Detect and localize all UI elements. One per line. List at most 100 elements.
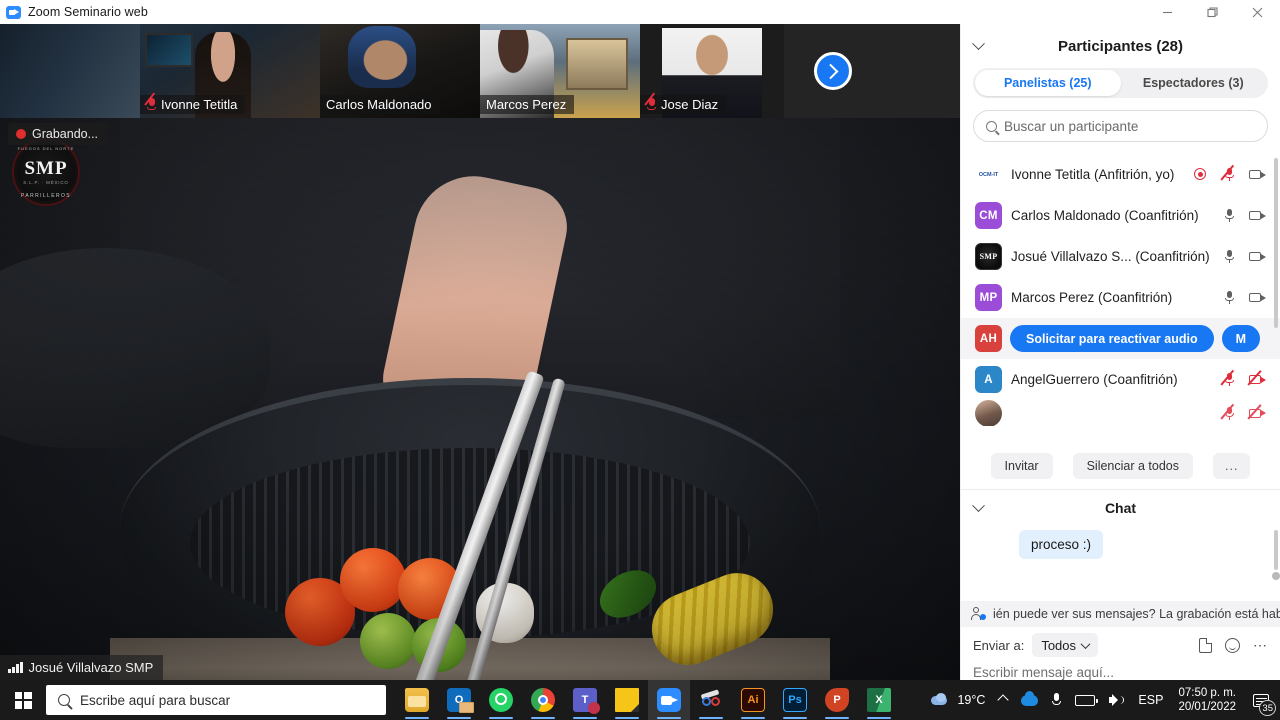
volume-tray-icon[interactable] [1102, 680, 1131, 720]
start-button[interactable] [0, 680, 46, 720]
tray-overflow-button[interactable] [992, 680, 1014, 720]
taskbar-app-file-explorer[interactable] [396, 680, 438, 720]
file-icon[interactable] [1199, 637, 1212, 653]
camera-off-icon[interactable] [1247, 370, 1266, 387]
mic-off-icon[interactable] [1220, 369, 1238, 387]
battery-tray-icon[interactable] [1068, 680, 1102, 720]
microphone-icon [1052, 693, 1062, 707]
taskbar-app-teams[interactable]: T [564, 680, 606, 720]
chevron-down-icon[interactable] [961, 24, 995, 68]
search-box[interactable] [973, 110, 1268, 142]
taskbar-apps: O T Ai Ps P X [396, 680, 900, 720]
participant-row[interactable]: OCM-IT Ivonne Tetitla (Anfitrión, yo) [961, 154, 1280, 195]
participant-row[interactable]: A AngelGuerrero (Coanfitrión) [961, 359, 1280, 400]
thumbnail-jose-diaz[interactable]: Jose Diaz [640, 24, 784, 118]
mic-off-icon[interactable] [1220, 164, 1238, 182]
participants-tabs: Panelistas (25) Espectadores (3) [973, 68, 1268, 98]
thumbnail-video[interactable] [0, 24, 140, 118]
thumbnail-marcos-perez[interactable]: Marcos Perez [480, 24, 640, 118]
participant-row-hovered[interactable]: AH Solicitar para reactivar audio M [961, 318, 1280, 359]
more-actions-button[interactable]: M [1221, 325, 1261, 352]
windows-logo-icon [14, 691, 32, 709]
tab-panelistas[interactable]: Panelistas (25) [975, 70, 1121, 96]
excel-icon: X [867, 688, 891, 712]
participant-row[interactable]: MP Marcos Perez (Coanfitrión) [961, 277, 1280, 318]
search-input[interactable] [1004, 118, 1255, 134]
mic-icon[interactable] [1221, 290, 1238, 305]
powerpoint-icon: P [825, 688, 849, 712]
language-indicator[interactable]: ESP [1131, 680, 1170, 720]
app-open-indicator [699, 716, 723, 719]
weather-widget[interactable]: 19°C [924, 680, 992, 720]
camera-icon[interactable] [1249, 249, 1266, 264]
chat-scroll-indicator[interactable] [1272, 572, 1280, 580]
app-open-indicator [867, 716, 891, 719]
close-button[interactable] [1235, 0, 1280, 24]
camera-icon[interactable] [1249, 208, 1266, 223]
signal-bars-icon [8, 662, 23, 673]
send-to-dropdown[interactable]: Todos [1032, 633, 1099, 657]
app-open-indicator [657, 716, 681, 719]
chevron-down-icon[interactable] [961, 486, 995, 530]
onedrive-tray-icon[interactable] [1014, 680, 1045, 720]
camera-off-icon[interactable] [1247, 403, 1266, 421]
participant-row-partial[interactable] [961, 400, 1280, 426]
person-add-icon [971, 607, 986, 621]
recording-indicator[interactable]: Grabando... [8, 123, 109, 145]
mic-icon[interactable] [1221, 249, 1238, 264]
mic-off-icon[interactable] [1220, 403, 1238, 421]
system-tray: 19°C ESP 07:50 p. m. 20/01/2022 35 [924, 680, 1280, 720]
taskbar-app-outlook[interactable]: O [438, 680, 480, 720]
taskbar-app-snipping-tool[interactable] [690, 680, 732, 720]
emoji-icon[interactable] [1225, 637, 1240, 653]
ellipsis-icon[interactable]: ⋯ [1253, 638, 1268, 652]
microphone-tray-icon[interactable] [1045, 680, 1068, 720]
title-bar: Zoom Seminario web [0, 0, 1280, 24]
thumbnail-ivonne-tetitla[interactable]: Ivonne Tetitla [140, 24, 320, 118]
participant-icons [1193, 164, 1266, 182]
mic-icon[interactable] [1221, 208, 1238, 223]
video-stage: Ivonne Tetitla Carlos Maldonado Marcos P… [0, 24, 960, 680]
taskbar-app-chrome[interactable] [522, 680, 564, 720]
thumbnail-carlos-maldonado[interactable]: Carlos Maldonado [320, 24, 480, 118]
taskbar-app-excel[interactable]: X [858, 680, 900, 720]
taskbar-search[interactable]: Escribe aquí para buscar [46, 685, 386, 715]
taskbar-app-illustrator[interactable]: Ai [732, 680, 774, 720]
participants-scrollbar[interactable] [1274, 158, 1278, 328]
app-open-indicator [573, 716, 597, 719]
taskbar-app-photoshop[interactable]: Ps [774, 680, 816, 720]
chat-scrollbar[interactable] [1274, 530, 1278, 570]
notification-center-button[interactable]: 35 [1244, 680, 1278, 720]
tab-espectadores[interactable]: Espectadores (3) [1121, 70, 1267, 96]
camera-icon[interactable] [1249, 290, 1266, 305]
language-label: ESP [1138, 693, 1164, 707]
camera-icon[interactable] [1249, 167, 1266, 182]
minimize-button[interactable] [1145, 0, 1190, 24]
participant-row[interactable]: SMP Josué Villalvazo S... (Coanfitrión) [961, 236, 1280, 277]
app-open-indicator [489, 716, 513, 719]
participant-row[interactable]: CM Carlos Maldonado (Coanfitrión) [961, 195, 1280, 236]
invite-button[interactable]: Invitar [990, 452, 1053, 479]
request-unmute-button[interactable]: Solicitar para reactivar audio [1010, 325, 1214, 352]
illustrator-icon: Ai [741, 688, 765, 712]
participant-icons [1220, 369, 1266, 387]
chat-header: Chat [961, 490, 1280, 526]
smp-logo-top: FUEGOS DEL NORTE [17, 146, 75, 151]
recording-label: Grabando... [32, 127, 99, 141]
file-explorer-icon [405, 688, 429, 712]
restore-button[interactable] [1190, 0, 1235, 24]
more-options-button[interactable]: ... [1213, 452, 1251, 479]
mute-all-button[interactable]: Silenciar a todos [1072, 452, 1194, 479]
active-speaker-video[interactable]: Grabando... FUEGOS DEL NORTE SMP S.L.P. … [0, 118, 960, 680]
taskbar-search-placeholder: Escribe aquí para buscar [80, 692, 231, 708]
taskbar-app-sticky-notes[interactable] [606, 680, 648, 720]
sticky-notes-icon [615, 688, 639, 712]
notification-count: 35 [1259, 700, 1276, 716]
clock[interactable]: 07:50 p. m. 20/01/2022 [1170, 686, 1244, 714]
chevron-down-icon [1080, 638, 1091, 649]
chevron-right-icon[interactable] [814, 52, 852, 90]
taskbar-app-zoom[interactable] [648, 680, 690, 720]
taskbar-app-powerpoint[interactable]: P [816, 680, 858, 720]
taskbar-app-whatsapp[interactable] [480, 680, 522, 720]
chat-message-input[interactable]: Escribir mensaje aquí... [961, 663, 1280, 680]
